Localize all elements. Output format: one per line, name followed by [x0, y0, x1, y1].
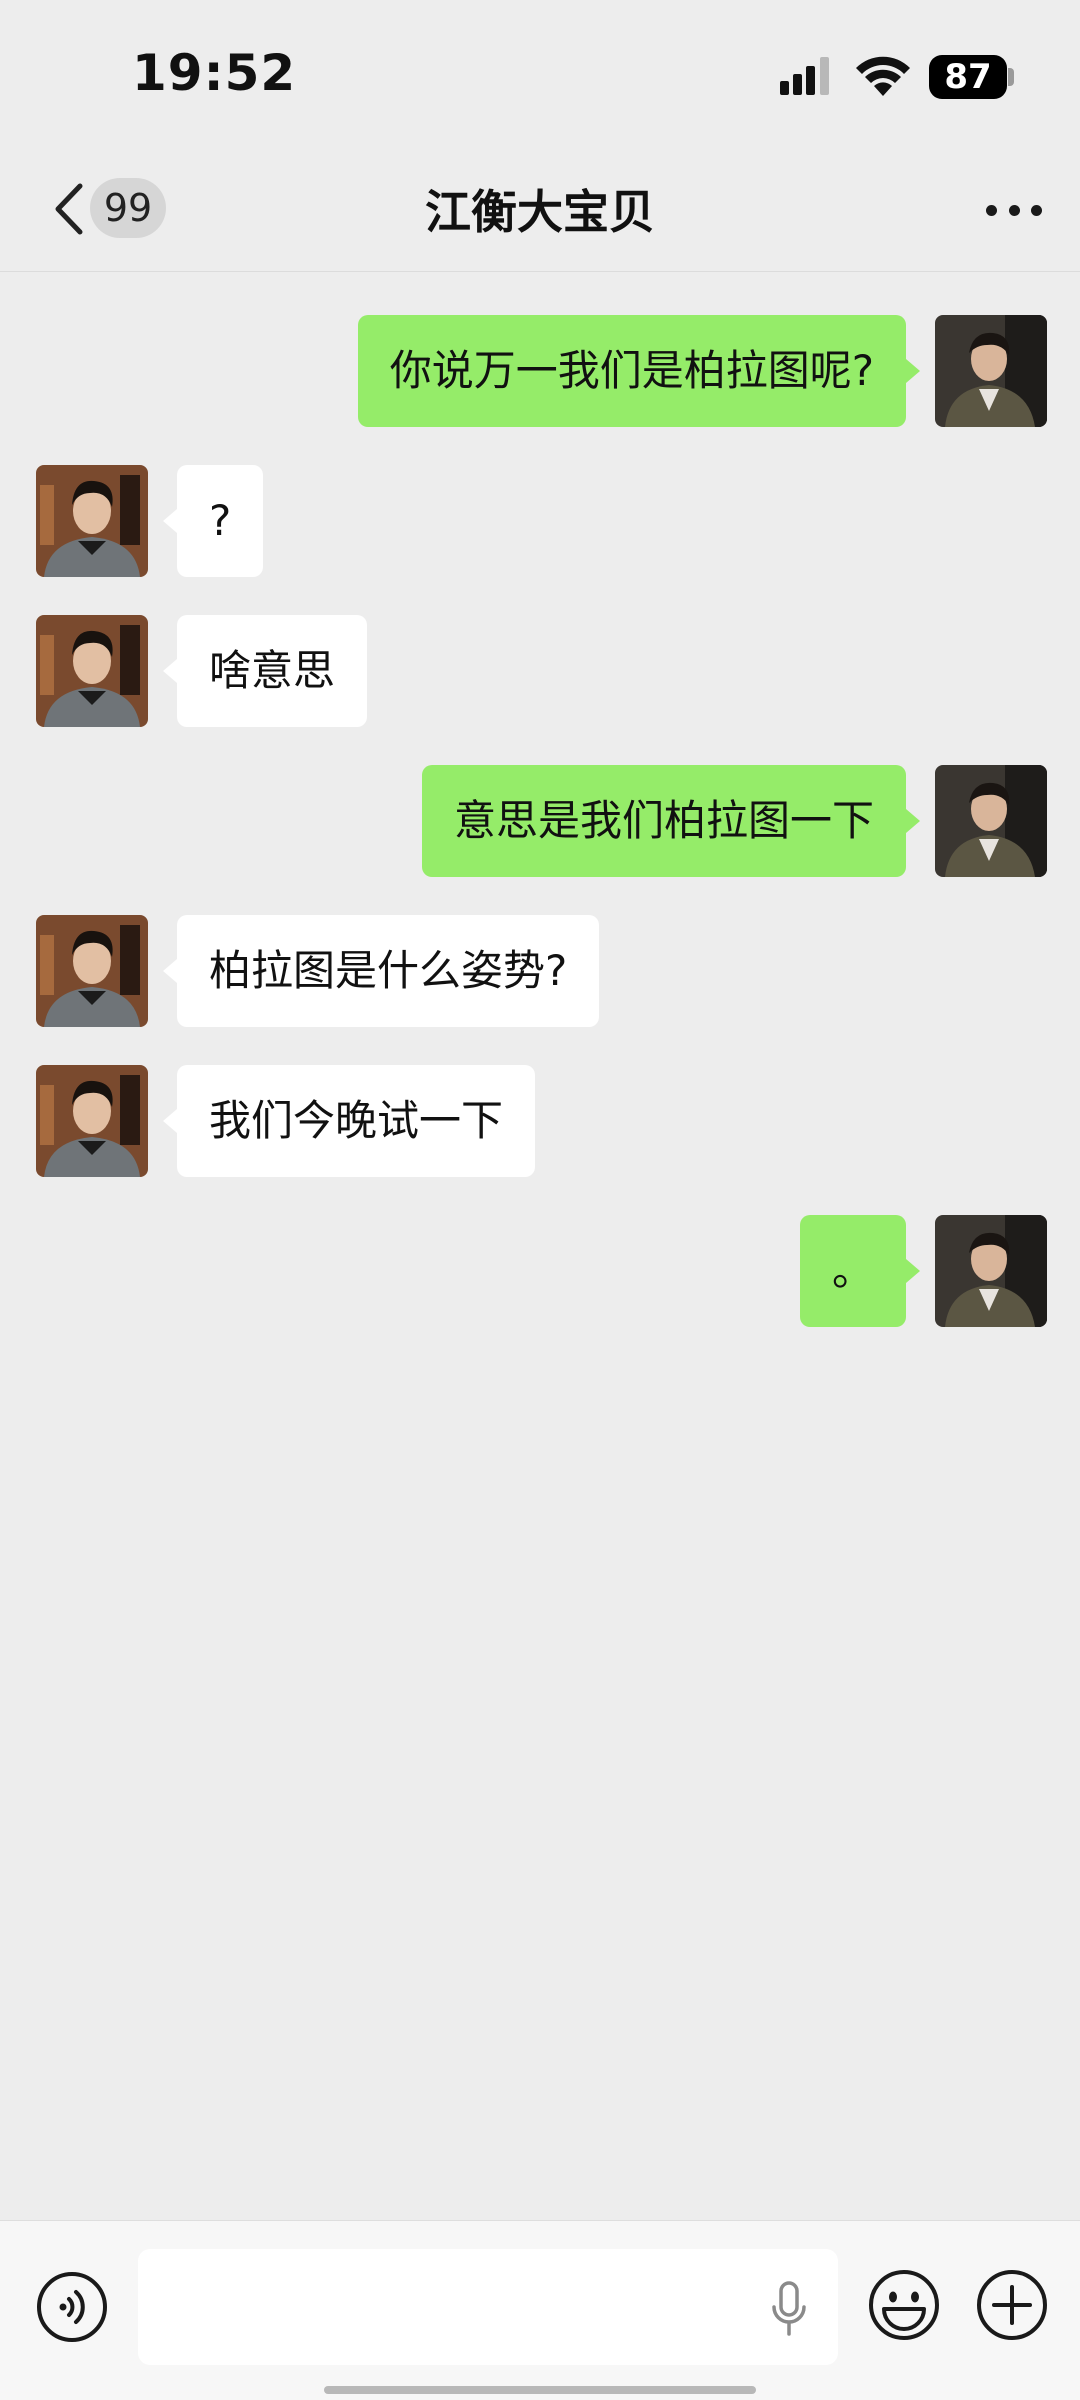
message-list[interactable]: 你说万一我们是柏拉图呢? ? 啥意思 意思是我们柏拉图一下 柏拉图是什么姿势? … — [0, 272, 1080, 2220]
self-avatar[interactable] — [935, 315, 1047, 427]
nav-bar: 99 江衡大宝贝 — [0, 150, 1080, 272]
battery-icon: 87 — [929, 55, 1007, 99]
message-input[interactable] — [138, 2249, 838, 2365]
dot — [1008, 204, 1020, 216]
more-dots-icon[interactable] — [986, 200, 1042, 220]
message-row-outgoing: 意思是我们柏拉图一下 — [0, 765, 1080, 877]
chat-title: 江衡大宝贝 — [425, 185, 655, 239]
contact-avatar[interactable] — [36, 465, 148, 577]
message-row-incoming: 啥意思 — [0, 615, 1080, 727]
message-bubble[interactable]: 我们今晚试一下 — [162, 1065, 536, 1177]
self-avatar[interactable] — [935, 765, 1047, 877]
message-row-incoming: 我们今晚试一下 — [0, 1065, 1080, 1177]
chat-screen: 19:52 87 99 江衡大宝贝 你说万一我们是柏拉图呢? ? 啥意思 意思是… — [0, 0, 1080, 2400]
message-bubble[interactable]: 意思是我们柏拉图一下 — [421, 765, 921, 877]
message-row-incoming: 柏拉图是什么姿势? — [0, 915, 1080, 1027]
self-avatar[interactable] — [935, 1215, 1047, 1327]
message-bubble[interactable]: 。 — [799, 1215, 921, 1327]
contact-avatar[interactable] — [36, 615, 148, 727]
message-row-outgoing: 。 — [0, 1215, 1080, 1327]
message-bubble[interactable]: 啥意思 — [162, 615, 368, 727]
dot — [1031, 204, 1042, 216]
plus-icon[interactable] — [976, 2269, 1048, 2341]
battery-tip — [1008, 68, 1014, 86]
message-bubble[interactable]: 你说万一我们是柏拉图呢? — [357, 315, 921, 427]
home-indicator — [324, 2386, 756, 2394]
input-bar — [0, 2220, 1080, 2400]
voice-icon[interactable] — [36, 2271, 108, 2343]
signal-icon — [780, 57, 829, 95]
message-row-outgoing: 你说万一我们是柏拉图呢? — [0, 315, 1080, 427]
message-row-incoming: ? — [0, 465, 1080, 577]
message-bubble[interactable]: ? — [162, 465, 264, 577]
contact-avatar[interactable] — [36, 1065, 148, 1177]
status-time: 19:52 — [132, 44, 297, 102]
wifi-icon — [856, 56, 910, 96]
dot — [986, 204, 997, 216]
message-bubble[interactable]: 柏拉图是什么姿势? — [162, 915, 600, 1027]
contact-avatar[interactable] — [36, 915, 148, 1027]
mic-icon[interactable] — [770, 2281, 808, 2337]
status-bar: 19:52 87 — [0, 0, 1080, 150]
emoji-icon[interactable] — [868, 2269, 940, 2341]
